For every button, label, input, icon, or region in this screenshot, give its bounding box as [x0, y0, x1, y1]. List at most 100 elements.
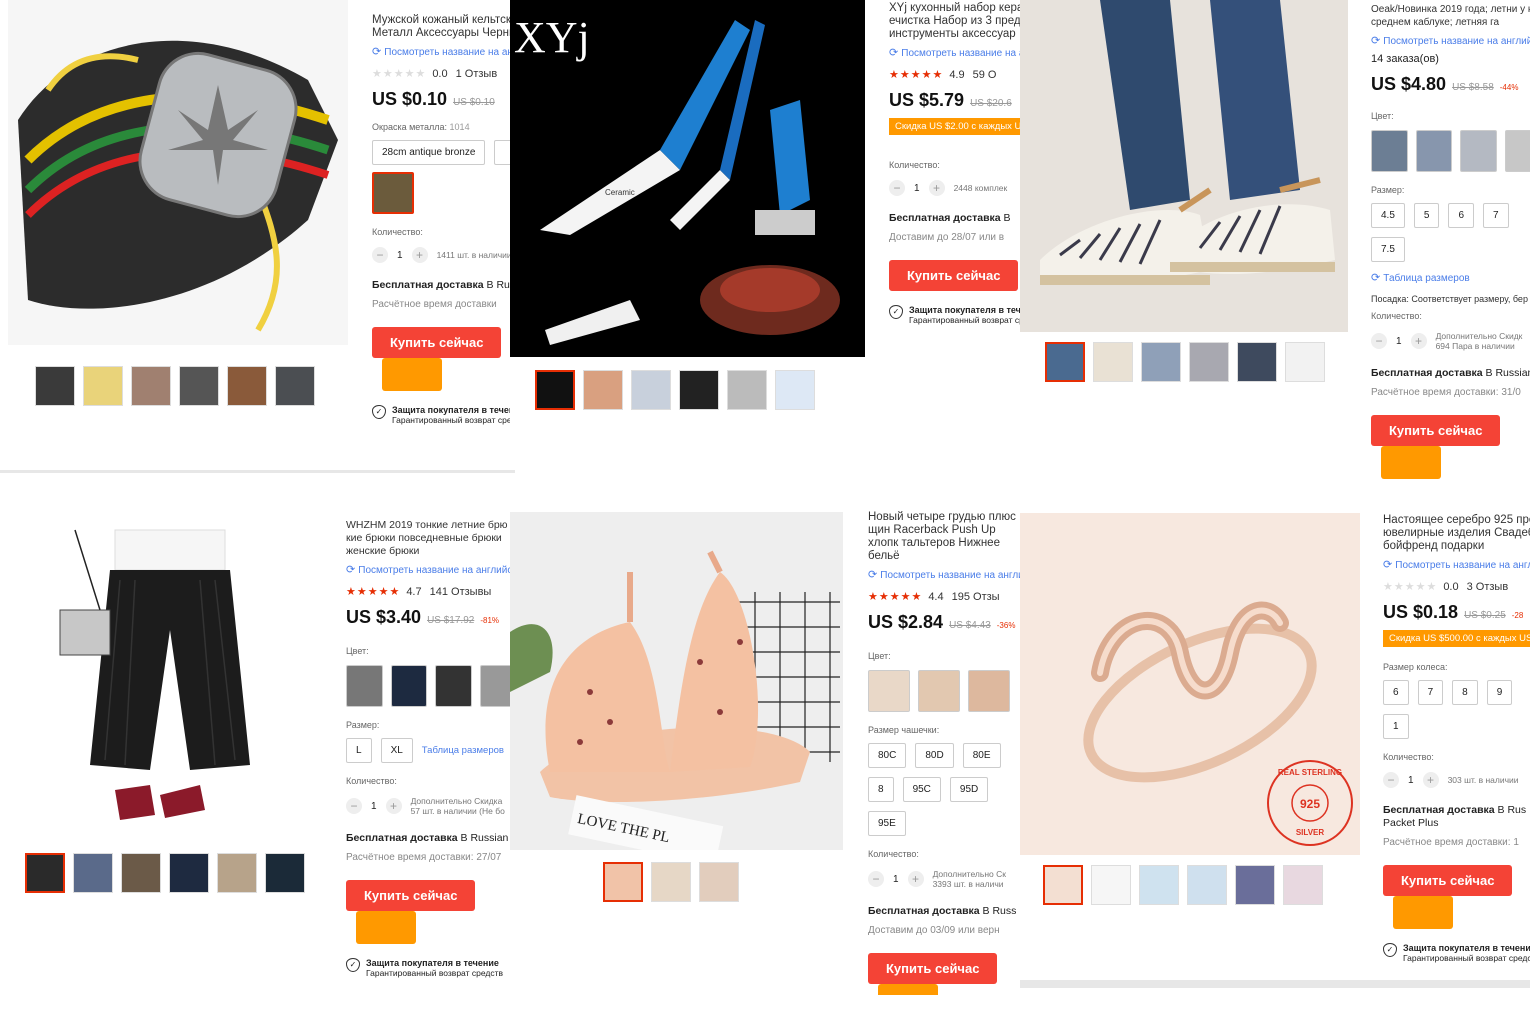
translate-link[interactable]: Посмотреть название на английском: [1371, 35, 1530, 48]
add-to-cart-button[interactable]: [356, 911, 416, 944]
add-to-cart-button[interactable]: [1381, 446, 1441, 479]
thumbnail[interactable]: [73, 853, 113, 893]
thumbnail[interactable]: [121, 853, 161, 893]
size-option[interactable]: 95D: [949, 777, 989, 802]
swatch[interactable]: [346, 665, 383, 707]
thumbnail[interactable]: [131, 366, 171, 406]
thumbnail[interactable]: [727, 370, 767, 410]
swatch[interactable]: [968, 670, 1010, 712]
size-option[interactable]: 80D: [915, 743, 954, 768]
thumbnail[interactable]: [25, 853, 65, 893]
size-option[interactable]: 95C: [902, 777, 941, 802]
thumbnail[interactable]: [227, 366, 267, 406]
review-count[interactable]: 141 Отзывы: [430, 586, 492, 598]
plus-button[interactable]: +: [385, 798, 402, 814]
product-image-shoes[interactable]: [1020, 0, 1348, 332]
swatch[interactable]: [918, 670, 960, 712]
minus-button[interactable]: −: [1383, 772, 1399, 788]
swatch[interactable]: [1415, 130, 1452, 172]
thumbnail[interactable]: [775, 370, 815, 410]
product-image-bracelet[interactable]: [8, 0, 348, 345]
product-image-bra[interactable]: LOVE THE PL: [510, 512, 843, 850]
translate-link[interactable]: Посмотреть название на английском: [889, 47, 1020, 60]
qty-value[interactable]: 1: [1396, 335, 1402, 348]
size-table-link[interactable]: Таблица размеров: [1371, 272, 1530, 285]
buy-now-button[interactable]: Купить сейчас: [372, 327, 502, 358]
thumbnail[interactable]: [83, 366, 123, 406]
thumbnail[interactable]: [1093, 342, 1133, 382]
product-image-ring[interactable]: REAL STERLING 925 SILVER: [1020, 513, 1360, 855]
translate-link[interactable]: Посмотреть название на английском: [868, 569, 1020, 582]
minus-button[interactable]: −: [889, 180, 905, 196]
review-count[interactable]: 59 О: [973, 69, 997, 81]
product-image-knives[interactable]: XYj Ceramic: [510, 0, 865, 357]
thumbnail[interactable]: [1091, 865, 1131, 905]
thumbnail[interactable]: [35, 366, 75, 406]
thumbnail[interactable]: [1043, 865, 1083, 905]
size-option[interactable]: 5: [1413, 203, 1440, 228]
swatch[interactable]: [1504, 130, 1530, 172]
buy-now-button[interactable]: Купить сейчас: [1383, 865, 1513, 896]
size-option[interactable]: 6: [1448, 203, 1475, 228]
qty-value[interactable]: 1: [914, 182, 920, 195]
plus-button[interactable]: +: [1410, 333, 1427, 349]
add-to-cart-button[interactable]: [1393, 896, 1453, 929]
size-option[interactable]: 8: [1452, 680, 1478, 705]
swatch[interactable]: [390, 665, 427, 707]
size-option[interactable]: 7: [1483, 203, 1509, 228]
thumbnail[interactable]: [631, 370, 671, 410]
plus-button[interactable]: +: [928, 180, 945, 196]
review-count[interactable]: 195 Отзы: [952, 591, 1000, 603]
thumbnail[interactable]: [603, 862, 643, 902]
buy-now-button[interactable]: Купить сейчас: [346, 880, 476, 911]
thumbnail[interactable]: [1285, 342, 1325, 382]
minus-button[interactable]: −: [346, 798, 362, 814]
add-to-cart-button[interactable]: [382, 358, 442, 391]
qty-value[interactable]: 1: [397, 249, 403, 262]
plus-button[interactable]: +: [411, 247, 428, 263]
coupon-badge[interactable]: Скидка US $500.00 с каждых US: [1383, 630, 1530, 647]
add-to-cart-button[interactable]: [878, 984, 938, 995]
swatch[interactable]: [435, 665, 472, 707]
buy-now-button[interactable]: Купить сейчас: [1371, 415, 1501, 446]
size-option[interactable]: 95E: [868, 811, 906, 836]
review-count[interactable]: 3 Отзыв: [1467, 581, 1509, 593]
thumbnail[interactable]: [1235, 865, 1275, 905]
buy-now-button[interactable]: Купить сейчас: [868, 953, 998, 984]
thumbnail[interactable]: [1141, 342, 1181, 382]
swatch[interactable]: [372, 172, 414, 214]
thumbnail[interactable]: [699, 862, 739, 902]
swatch[interactable]: [1460, 130, 1497, 172]
swatch[interactable]: [868, 670, 910, 712]
thumbnail[interactable]: [1283, 865, 1323, 905]
size-option[interactable]: 1: [1383, 714, 1409, 739]
size-option[interactable]: L: [346, 738, 372, 763]
plus-button[interactable]: +: [907, 871, 924, 887]
thumbnail[interactable]: [275, 366, 315, 406]
thumbnail[interactable]: [1187, 865, 1227, 905]
size-option[interactable]: 4.5: [1371, 203, 1405, 228]
thumbnail[interactable]: [651, 862, 691, 902]
size-option[interactable]: 7: [1417, 680, 1444, 705]
translate-link[interactable]: Посмотреть название на английском: [1383, 559, 1530, 572]
translate-link[interactable]: Посмотреть название на английском: [372, 46, 515, 59]
size-option[interactable]: 6: [1383, 680, 1409, 705]
qty-value[interactable]: 1: [893, 873, 899, 886]
buy-now-button[interactable]: Купить сейчас: [889, 260, 1019, 291]
size-table-link[interactable]: Таблица размеров: [422, 744, 504, 757]
thumbnail[interactable]: [179, 366, 219, 406]
review-count[interactable]: 1 Отзыв: [456, 68, 498, 80]
thumbnail[interactable]: [1237, 342, 1277, 382]
coupon-badge[interactable]: Скидка US $2.00 с каждых U: [889, 118, 1020, 135]
minus-button[interactable]: −: [868, 871, 884, 887]
qty-value[interactable]: 1: [1408, 774, 1414, 787]
size-option[interactable]: 80C: [868, 743, 907, 768]
option-button[interactable]: 28cm antique bronze: [372, 140, 486, 165]
thumbnail[interactable]: [1045, 342, 1085, 382]
product-image-trousers[interactable]: [20, 510, 320, 840]
thumbnail[interactable]: [679, 370, 719, 410]
minus-button[interactable]: −: [372, 247, 388, 263]
thumbnail[interactable]: [265, 853, 305, 893]
size-option[interactable]: 9: [1486, 680, 1513, 705]
thumbnail[interactable]: [169, 853, 209, 893]
